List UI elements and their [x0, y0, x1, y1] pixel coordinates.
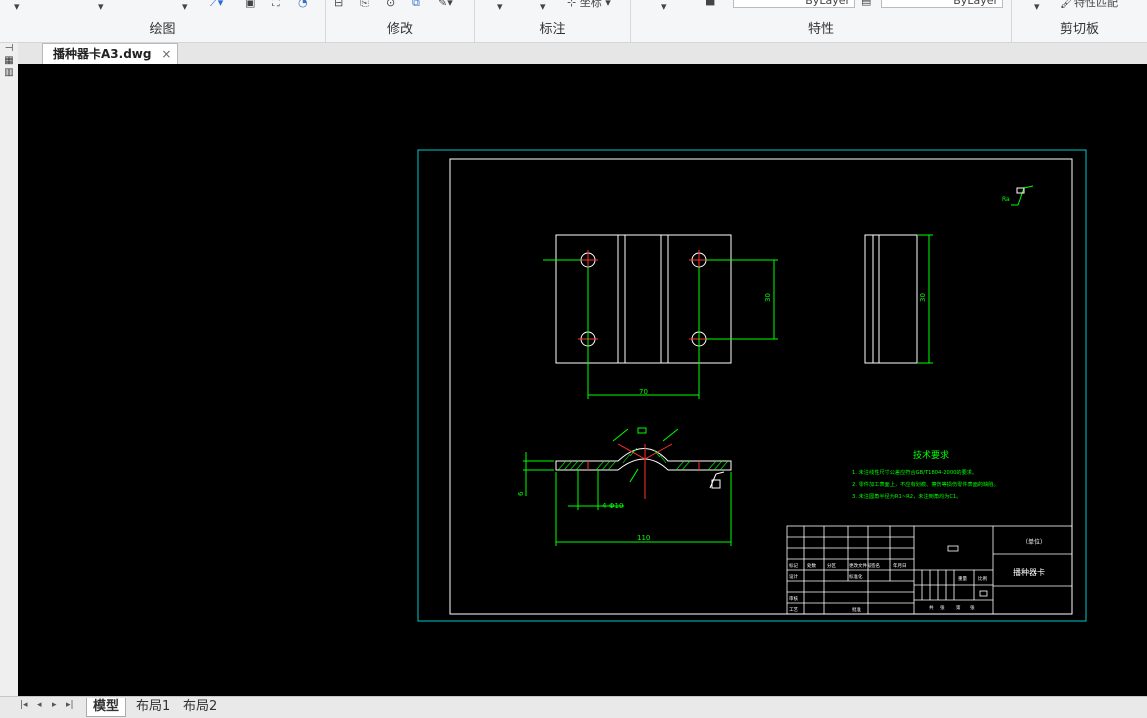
document-tab-bar: 播种器卡A3.dwg × — [18, 43, 1147, 65]
prev-tab-icon[interactable]: ◂ — [37, 700, 42, 710]
tb-label: 分区 — [827, 562, 836, 569]
section-dimensions — [523, 427, 732, 546]
align-tool-icon[interactable]: ⊟ — [334, 0, 343, 9]
ribbon-group-label: 特性 — [807, 22, 834, 37]
last-tab-icon[interactable]: ▸| — [66, 700, 74, 710]
tb-label: 签名 — [871, 562, 880, 569]
ribbon-group-properties: ▾ ■ ByLayer ▤ ByLayer 特性 — [631, 0, 1012, 42]
coordinate-icon: ⊹ — [567, 0, 577, 9]
first-tab-icon[interactable]: |◂ — [20, 700, 28, 710]
dim-110-label: 110 — [637, 534, 650, 542]
line-tool-icon[interactable]: ⟋▾ — [210, 0, 223, 10]
ribbon: ▾ ▾ ▾ ⟋▾ ▣ ⛶ ◔ 绘图 ⊟ ⎘ ⊙ ⧉ ✎▾ 修改 ▾ ▾ ⊹ 坐标… — [0, 0, 1147, 43]
dim-hole-label: 4-Φ10 — [602, 502, 623, 510]
ribbon-group-modify: ⊟ ⎘ ⊙ ⧉ ✎▾ 修改 — [326, 0, 475, 42]
dim-70-label: 70 — [639, 388, 648, 396]
lineweight-combo[interactable]: ByLayer — [881, 0, 1003, 8]
left-toolbar: ⊣ ▦ ▥ — [0, 43, 19, 697]
color-swatch-icon[interactable]: ■ — [705, 0, 715, 7]
region-tool-icon[interactable]: ⛶ — [272, 0, 280, 10]
close-icon[interactable]: × — [161, 44, 171, 65]
dropdown-arrow-icon[interactable]: ▾ — [1034, 0, 1040, 13]
tb-label: 批准 — [852, 606, 861, 613]
document-tab[interactable]: 播种器卡A3.dwg × — [42, 43, 179, 65]
coordinate-dim-label: 坐标 — [579, 0, 602, 9]
tb-label: 处数 — [807, 562, 816, 569]
coordinate-dim-button[interactable]: ⊹ 坐标 ▾ — [567, 0, 611, 10]
tb-label: 标记 — [789, 562, 798, 569]
tech-note-3: 3. 未注圆角半径为R1~R2，未注倒角均为C1。 — [852, 492, 962, 500]
match-properties-label: 特性匹配 — [1073, 0, 1118, 9]
tech-note-2: 2. 零件加工表面上，不应有划痕、擦伤等损伤零件表面的缺陷。 — [852, 480, 999, 488]
section-roughness-symbol — [709, 471, 725, 489]
roughness-symbol: Ra — [1002, 185, 1034, 206]
tab-model[interactable]: 模型 — [86, 698, 127, 717]
ribbon-group-label: 标注 — [539, 22, 566, 37]
boundary-tool-icon[interactable]: ◔ — [298, 0, 308, 9]
ribbon-group-draw: ▾ ▾ ▾ ⟋▾ ▣ ⛶ ◔ 绘图 — [0, 0, 326, 42]
hatch-tool-icon[interactable]: ▣ — [245, 0, 255, 9]
linetype-combo[interactable]: ByLayer — [733, 0, 855, 8]
dropdown-arrow-icon[interactable]: ▾ — [14, 0, 20, 13]
dim-thickness-label: 6 — [517, 491, 525, 496]
ribbon-group-label: 修改 — [386, 22, 413, 37]
ribbon-group-clipboard: ▾ 🖌特性匹配 剪切板 — [1012, 0, 1147, 42]
tb-label: 张 — [940, 604, 945, 611]
top-view — [555, 234, 732, 364]
dropdown-arrow-icon[interactable]: ▾ — [497, 0, 503, 13]
lineweight-icon: ▤ — [861, 0, 872, 7]
layout-tab-bar: |◂ ◂ ▸ ▸| 模型 布局1 布局2 — [0, 696, 1147, 718]
section-view — [555, 443, 732, 499]
dropdown-arrow-icon[interactable]: ▾ — [540, 0, 546, 13]
tb-label: 标准化 — [849, 573, 863, 580]
title-block-company: （单位） — [1022, 538, 1046, 546]
copy-tool-icon[interactable]: ⎘ — [360, 0, 369, 10]
title-block-part-name: 播种器卡 — [1013, 567, 1045, 577]
match-properties-button[interactable]: 🖌特性匹配 — [1060, 0, 1118, 10]
brush-icon: 🖌 — [1060, 0, 1074, 9]
dim-30-right-label: 30 — [919, 293, 927, 302]
tb-label: 年月日 — [893, 562, 907, 569]
dropdown-arrow-icon[interactable]: ▾ — [182, 0, 188, 13]
document-tab-title: 播种器卡A3.dwg — [53, 47, 152, 61]
rotate-tool-icon[interactable]: ⊙ — [386, 0, 395, 9]
tb-label: 审核 — [789, 595, 798, 602]
tb-label: 共 — [929, 604, 934, 611]
grid-icon[interactable]: ▦ — [0, 55, 18, 67]
tb-label: 张 — [970, 604, 975, 611]
next-tab-icon[interactable]: ▸ — [52, 700, 57, 710]
tab-layout1[interactable]: 布局1 — [130, 698, 176, 716]
dim-30-left-label: 30 — [764, 293, 772, 302]
ribbon-group-annotate: ▾ ▾ ⊹ 坐标 ▾ 标注 — [475, 0, 631, 42]
tb-label: 更改文件号 — [849, 562, 872, 569]
array-tool-icon[interactable]: ⧉ — [412, 0, 420, 10]
dropdown-arrow-icon[interactable]: ▾ — [98, 0, 104, 13]
drawing-canvas[interactable]: Ra 70 30 30 110 4-Φ10 6 技术要求 1. 未注线性尺寸公差… — [18, 64, 1147, 696]
tab-layout2[interactable]: 布局2 — [177, 698, 223, 716]
tb-label: 重量 — [958, 575, 967, 582]
pin-icon[interactable]: ⊣ — [0, 43, 18, 55]
drawing-svg: Ra 70 30 30 110 4-Φ10 6 技术要求 1. 未注线性尺寸公差… — [417, 149, 1087, 622]
tb-label: 工艺 — [789, 607, 798, 613]
tech-note-1: 1. 未注线性尺寸公差应符合GB/T1804-2000的要求。 — [852, 468, 977, 476]
tb-label: 第 — [956, 604, 961, 611]
ribbon-group-label: 绘图 — [149, 22, 176, 37]
edit-tool-icon[interactable]: ✎▾ — [438, 0, 453, 9]
sheet-inner-border — [449, 158, 1073, 615]
svg-text:Ra: Ra — [1002, 196, 1010, 203]
tech-requirements-title: 技术要求 — [913, 449, 949, 461]
tb-label: 设计 — [789, 573, 798, 580]
dropdown-arrow-icon[interactable]: ▾ — [661, 0, 667, 13]
ribbon-group-label: 剪切板 — [1059, 22, 1099, 37]
panel-icon[interactable]: ▥ — [0, 67, 18, 79]
sheet-outer-frame — [417, 149, 1087, 622]
tb-label: 比例 — [978, 575, 987, 582]
